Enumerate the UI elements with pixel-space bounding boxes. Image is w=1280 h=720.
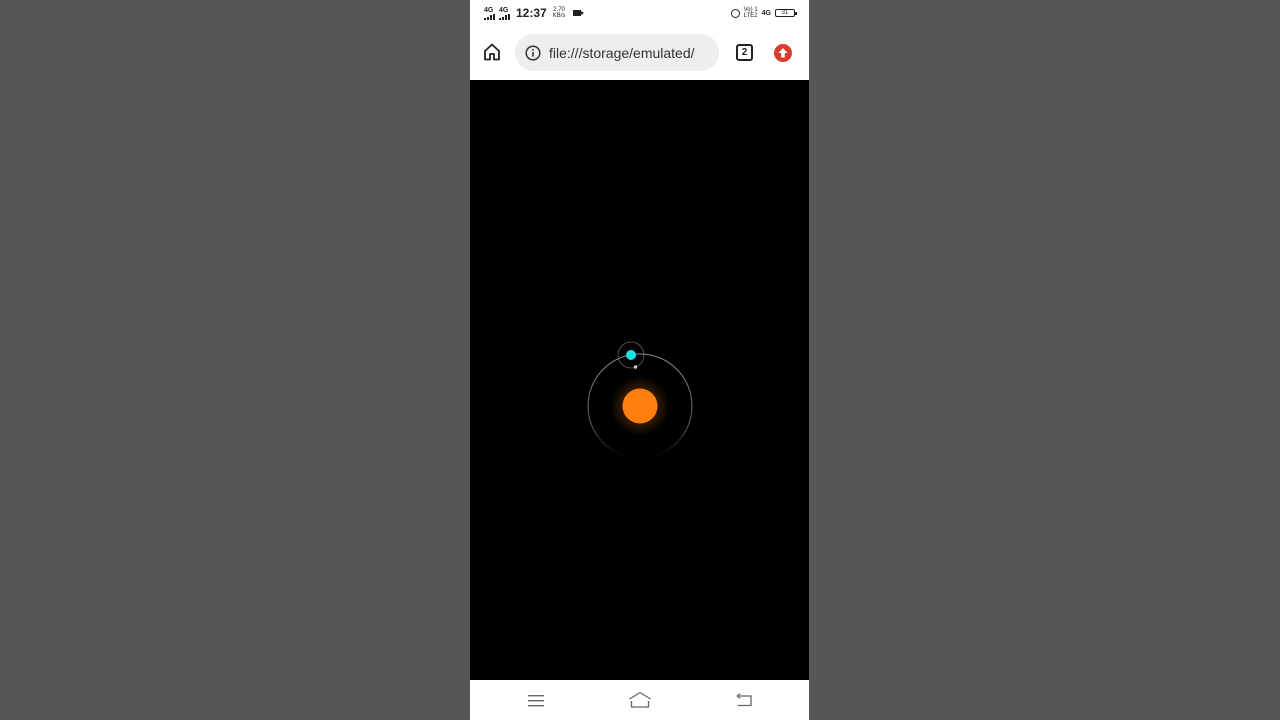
network-type-2: 4G bbox=[499, 6, 509, 14]
signal-icon: 4G bbox=[499, 7, 510, 20]
clock: 12:37 bbox=[516, 6, 547, 20]
status-right: Vo) 1 LTE2 4G 31 bbox=[730, 5, 797, 21]
signal-icon: 4G bbox=[484, 7, 495, 20]
tabs-icon[interactable]: 2 bbox=[736, 44, 753, 61]
update-icon[interactable] bbox=[774, 44, 792, 62]
video-camera-icon bbox=[573, 10, 585, 16]
info-icon[interactable] bbox=[525, 44, 541, 61]
left-backdrop bbox=[0, 0, 470, 720]
battery-level: 31 bbox=[781, 10, 789, 16]
home-icon[interactable] bbox=[482, 42, 502, 62]
back-icon[interactable] bbox=[735, 693, 753, 707]
web-content[interactable] bbox=[470, 80, 809, 680]
right-backdrop bbox=[809, 0, 1280, 720]
menu-icon[interactable] bbox=[528, 694, 545, 708]
home-outline-icon[interactable] bbox=[628, 691, 652, 709]
sun bbox=[622, 388, 658, 424]
volte-indicator: Vo) 1 LTE2 bbox=[744, 7, 758, 19]
phone-screen: 4G 4G 12:37 2.70 KB/s Vo) 1 LTE2 4G 31 f… bbox=[470, 0, 809, 720]
moon bbox=[633, 365, 638, 369]
network-speed: 2.70 KB/s bbox=[553, 7, 566, 19]
network-type-1: 4G bbox=[484, 6, 494, 14]
browser-toolbar: file:///storage/emulated/ 2 bbox=[470, 27, 809, 80]
navigation-bar bbox=[470, 680, 809, 720]
address-bar[interactable]: file:///storage/emulated/ bbox=[515, 34, 719, 71]
orbit-animation bbox=[587, 341, 693, 459]
status-bar: 4G 4G 12:37 2.70 KB/s Vo) 1 LTE2 4G 31 bbox=[470, 0, 809, 27]
planet bbox=[626, 350, 636, 360]
tab-count: 2 bbox=[741, 47, 748, 58]
status-left: 4G 4G 12:37 2.70 KB/s bbox=[484, 5, 585, 21]
battery-icon: 31 bbox=[775, 9, 797, 17]
network-type-3: 4G bbox=[761, 9, 771, 17]
speed-unit: KB/s bbox=[552, 13, 566, 19]
url-text[interactable]: file:///storage/emulated/ bbox=[549, 45, 712, 61]
alarm-icon bbox=[730, 8, 740, 18]
volte-line-2: LTE2 bbox=[743, 13, 758, 19]
